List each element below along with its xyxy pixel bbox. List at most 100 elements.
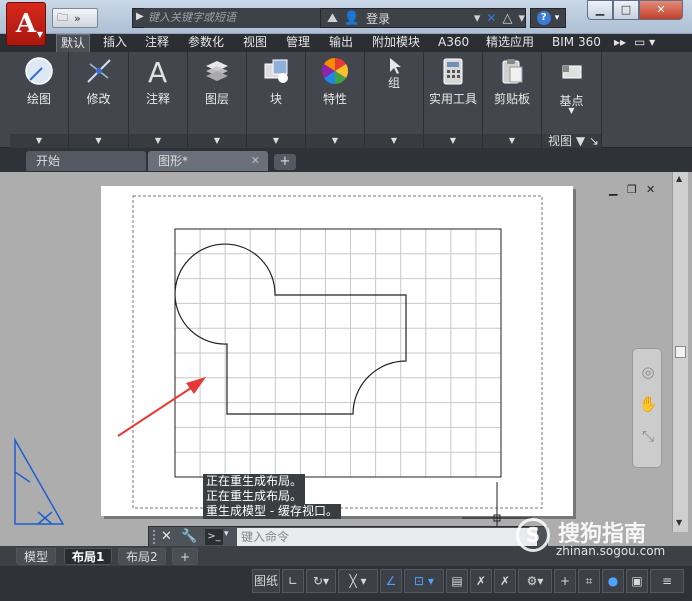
play-arrow-icon[interactable]: ▶: [136, 11, 144, 22]
wrench-icon[interactable]: 🔧: [181, 529, 197, 544]
exchange-x-icon[interactable]: ✕: [486, 11, 496, 25]
command-history-line: 重生成模型 - 缓存视口。: [203, 504, 341, 519]
chevron-down-icon[interactable]: ▼: [10, 134, 68, 148]
chevron-down-icon[interactable]: ▾: [224, 529, 229, 539]
panel-layers[interactable]: 图层 ▼: [188, 52, 247, 148]
hardware-acceleration-icon[interactable]: ●: [602, 569, 624, 593]
printable-area-border: [132, 195, 543, 509]
tab-bim360[interactable]: BIM 360: [548, 34, 605, 52]
panel-draw[interactable]: 绘图 ▼: [10, 52, 69, 148]
panel-annotation[interactable]: A 注释 ▼: [129, 52, 188, 148]
tab-view[interactable]: 视图: [239, 34, 271, 52]
scroll-down-icon[interactable]: ▼: [676, 518, 682, 527]
more-icon[interactable]: »: [74, 12, 81, 25]
isolate-objects-icon[interactable]: ⌗: [578, 569, 600, 593]
navigation-bar[interactable]: ◎ ✋ ⤡: [632, 348, 662, 468]
command-prompt-icon[interactable]: >_: [205, 529, 223, 545]
customization-menu-icon[interactable]: ≡: [650, 569, 684, 593]
paper-space-toggle[interactable]: 图纸: [252, 569, 280, 593]
tab-featured-apps[interactable]: 精选应用: [482, 34, 538, 52]
tab-home[interactable]: 默认: [56, 34, 91, 52]
triangle-network-icon[interactable]: △: [502, 11, 512, 26]
gear-icon[interactable]: ⚙▾: [518, 569, 552, 593]
title-bar: A ▼ 🗀 » ▶ 键入关键字或短语 ⛰ 👤 登录 ▾ ✕ △ ▾ ? ▾ ▁ …: [0, 0, 692, 46]
tab-parametric[interactable]: 参数化: [184, 34, 228, 52]
chevron-down-icon[interactable]: ▾: [474, 11, 481, 26]
chevron-down-icon[interactable]: ▼: [483, 134, 541, 148]
drawing-canvas[interactable]: ▁ ❐ ✕ ◎ ✋ ⤡: [0, 172, 692, 546]
clipboard-icon: [502, 59, 523, 84]
steering-wheel-icon[interactable]: ◎: [639, 363, 657, 381]
autocad-logo: A: [15, 9, 37, 39]
profile-shape: [174, 243, 407, 415]
minimize-button[interactable]: ▁: [587, 0, 613, 20]
tab-insert[interactable]: 插入: [99, 34, 131, 52]
zoom-icon[interactable]: ⤡: [639, 427, 657, 445]
login-button[interactable]: 登录: [366, 10, 390, 27]
object-snap-icon[interactable]: ∠: [380, 569, 402, 593]
close-icon[interactable]: ✕: [161, 529, 172, 544]
search-input[interactable]: 键入关键字或短语: [144, 8, 320, 28]
ribbon-display-toggle-icon[interactable]: ▭ ▾: [630, 34, 659, 52]
scroll-up-icon[interactable]: ▲: [676, 174, 682, 183]
grid-lines: [175, 229, 501, 477]
add-layout-button[interactable]: +: [172, 548, 199, 565]
panel-view[interactable]: 基点 ▼ 视图 ▼ ↘: [542, 52, 602, 148]
ortho-icon[interactable]: ∟: [282, 569, 304, 593]
annotation-visibility-icon[interactable]: ✗: [494, 569, 516, 593]
file-tab-start[interactable]: 开始: [26, 151, 146, 171]
maximize-button[interactable]: □: [613, 0, 639, 20]
tab-output[interactable]: 输出: [325, 34, 357, 52]
annotation-arrowhead: [186, 377, 206, 394]
help-button[interactable]: ? ▾: [530, 8, 566, 28]
tab-addins[interactable]: 附加模块: [368, 34, 424, 52]
chevron-down-icon[interactable]: ▼: [188, 134, 246, 148]
layout-tab-layout2[interactable]: 布局2: [118, 548, 166, 565]
layout-tab-model[interactable]: 模型: [16, 548, 57, 565]
clean-screen-icon[interactable]: ▣: [626, 569, 648, 593]
panel-group[interactable]: 组 ▼: [365, 52, 424, 148]
draw-circle-icon: [25, 57, 53, 85]
tab-manage[interactable]: 管理: [282, 34, 314, 52]
layout-tab-bar: 模型 布局1 布局2 +: [0, 546, 692, 566]
file-tab-drawing[interactable]: 图形* ✕: [148, 151, 268, 171]
panel-block[interactable]: 块 ▼: [247, 52, 306, 148]
annotation-scale-icon[interactable]: ✗: [470, 569, 492, 593]
tab-annotate[interactable]: 注释: [141, 34, 173, 52]
calculator-icon: [443, 58, 463, 85]
chevron-down-icon[interactable]: ▼: [69, 134, 128, 148]
application-menu-button[interactable]: A ▼: [6, 2, 46, 46]
pan-hand-icon[interactable]: ✋: [639, 395, 658, 413]
chevron-down-icon[interactable]: ▼: [365, 134, 423, 148]
layout-grid-icon[interactable]: ▤: [446, 569, 468, 593]
chevron-down-icon[interactable]: ▾: [518, 11, 525, 26]
chevron-down-icon[interactable]: ▼: [306, 134, 364, 148]
plus-icon[interactable]: +: [554, 569, 576, 593]
close-window-button[interactable]: ✕: [639, 0, 683, 20]
command-history-line: 正在重生成布局。: [203, 489, 306, 504]
osnap-tracking-icon[interactable]: ╳ ▾: [338, 569, 378, 593]
panel-clipboard[interactable]: 剪贴板 ▼: [483, 52, 542, 148]
panel-properties[interactable]: 特性 ▼: [306, 52, 365, 148]
polar-tracking-icon[interactable]: ↻▾: [306, 569, 336, 593]
chevron-down-icon[interactable]: ▼: [247, 134, 305, 148]
chevron-down-icon[interactable]: ▼: [129, 134, 187, 148]
new-tab-button[interactable]: +: [274, 154, 296, 170]
snap-grid-icon[interactable]: ⊡ ▾: [404, 569, 444, 593]
vertical-scrollbar[interactable]: ▲ ▼: [672, 172, 688, 532]
quick-access-toolbar[interactable]: 🗀 »: [52, 8, 98, 28]
ribbon-more-tabs-icon[interactable]: ▸▸: [610, 34, 630, 52]
binoculars-icon[interactable]: ⛰: [327, 11, 338, 26]
chevron-down-icon[interactable]: ▼: [424, 134, 482, 148]
view-panel-footer[interactable]: 视图 ▼ ↘: [542, 134, 601, 148]
panel-modify[interactable]: 修改 ▼: [69, 52, 129, 148]
drag-handle[interactable]: [153, 530, 156, 544]
layout-tab-layout1[interactable]: 布局1: [64, 548, 113, 565]
panel-utilities[interactable]: 实用工具 ▼: [424, 52, 483, 148]
close-icon[interactable]: ✕: [251, 151, 260, 171]
chevron-down-icon[interactable]: ▼: [542, 106, 601, 115]
scroll-thumb[interactable]: [675, 346, 686, 358]
open-file-icon[interactable]: 🗀: [57, 9, 68, 28]
tab-a360[interactable]: A360: [434, 34, 473, 52]
command-input[interactable]: 键入命令: [237, 528, 537, 546]
